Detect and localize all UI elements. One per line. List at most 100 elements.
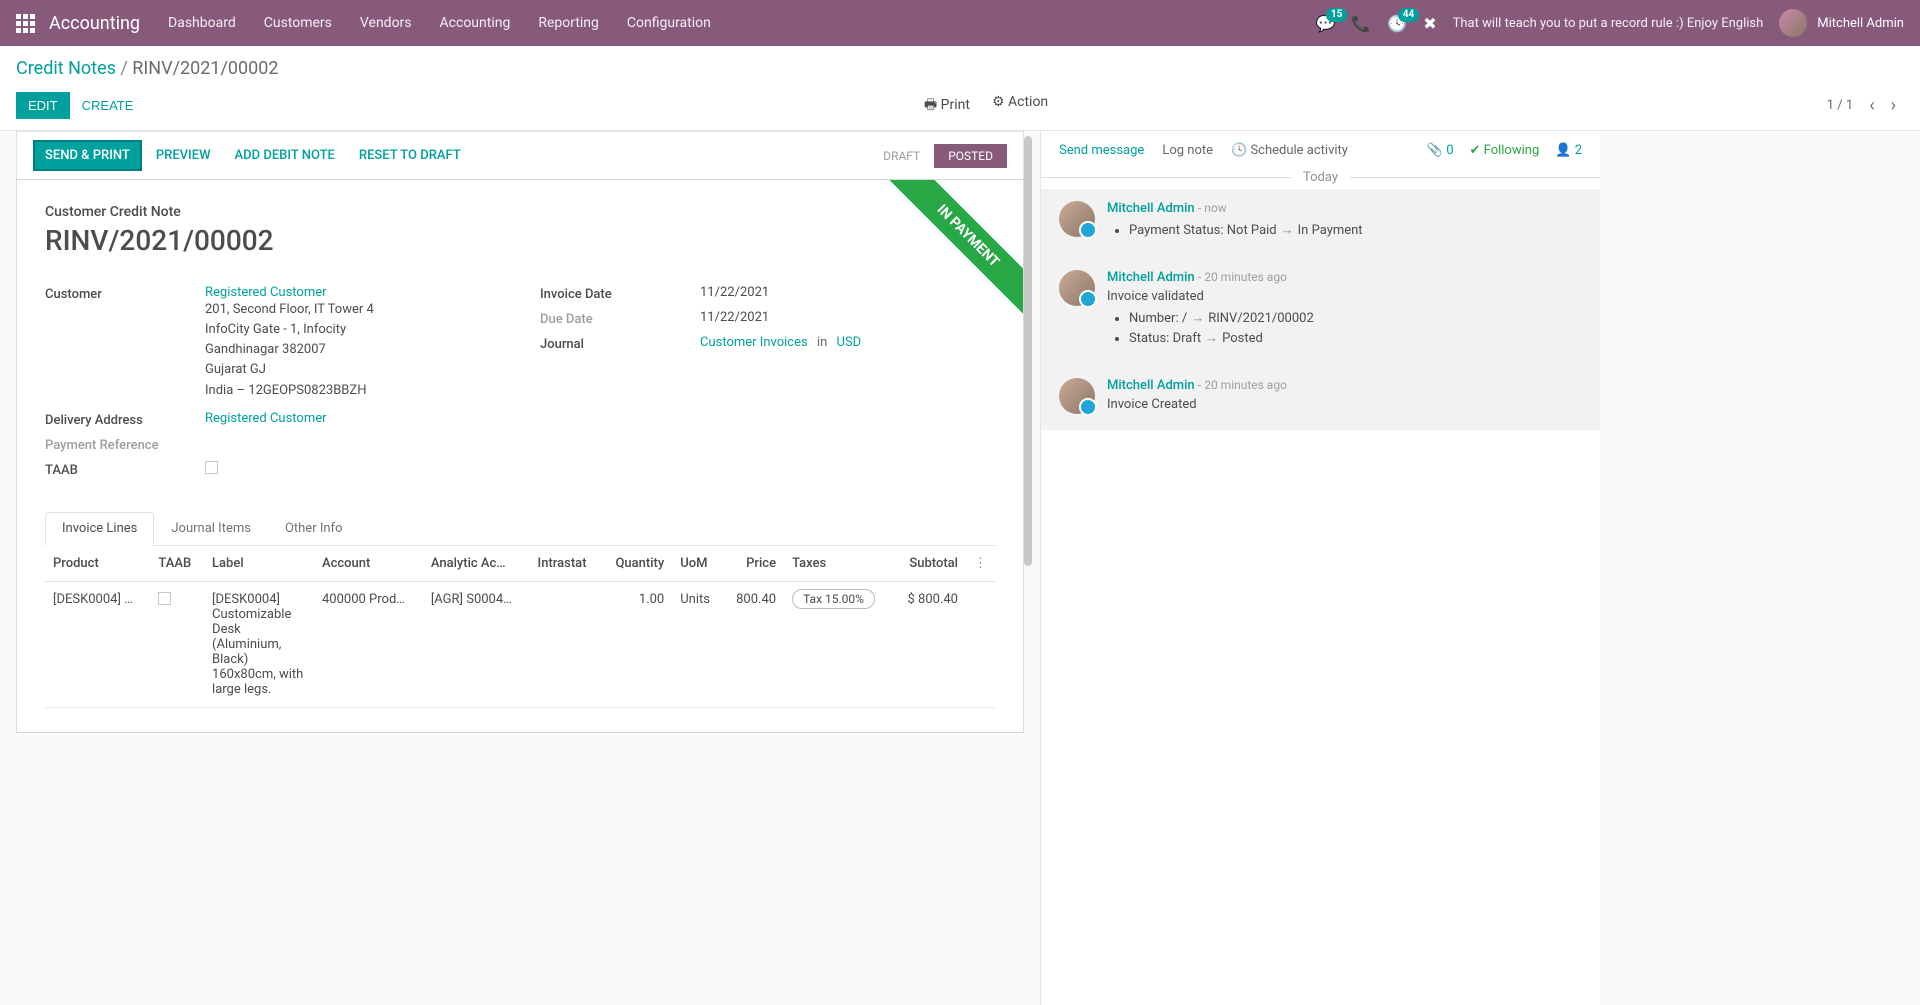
- message-user[interactable]: Mitchell Admin: [1107, 270, 1195, 285]
- nav-vendors[interactable]: Vendors: [360, 15, 412, 31]
- chatter-message: Mitchell Admin - 20 minutes ago Invoice …: [1041, 258, 1600, 366]
- cell-analytic: [AGR] S0004…: [423, 581, 530, 707]
- pager: 1 / 1: [1827, 98, 1853, 113]
- cell-account: 400000 Prod…: [314, 581, 423, 707]
- followers-count[interactable]: 👤 2: [1555, 143, 1582, 158]
- record-title: RINV/2021/00002: [45, 224, 995, 257]
- journal-link[interactable]: Customer Invoices: [700, 335, 808, 350]
- activities-badge: 44: [1398, 8, 1419, 22]
- create-button[interactable]: CREATE: [70, 92, 146, 119]
- label-payment-reference: Payment Reference: [45, 436, 205, 453]
- th-options[interactable]: ⋮: [966, 546, 995, 582]
- attachments-count[interactable]: 📎 0: [1427, 143, 1454, 158]
- main-header: Accounting Dashboard Customers Vendors A…: [0, 0, 1920, 46]
- th-taab[interactable]: TAAB: [150, 546, 204, 582]
- th-price[interactable]: Price: [723, 546, 785, 582]
- send-message-button[interactable]: Send message: [1059, 143, 1144, 158]
- header-tagline: That will teach you to put a record rule…: [1453, 16, 1764, 31]
- message-avatar: [1059, 201, 1095, 237]
- cell-taxes: Tax 15.00%: [784, 581, 893, 707]
- tab-other-info[interactable]: Other Info: [268, 512, 360, 545]
- cell-intrastat: [530, 581, 601, 707]
- th-qty[interactable]: Quantity: [601, 546, 672, 582]
- breadcrumb-current: RINV/2021/00002: [132, 58, 278, 79]
- pager-next[interactable]: ›: [1883, 91, 1904, 120]
- nav-customers[interactable]: Customers: [264, 15, 332, 31]
- follow-button[interactable]: ✔ Following: [1470, 143, 1540, 158]
- message-time: - now: [1198, 201, 1227, 215]
- delivery-link[interactable]: Registered Customer: [205, 411, 327, 426]
- send-print-button[interactable]: SEND & PRINT: [33, 140, 142, 171]
- action-menu[interactable]: ⚙ Action: [992, 94, 1048, 118]
- apps-icon[interactable]: [16, 14, 35, 33]
- cell-product: [DESK0004] …: [45, 581, 150, 707]
- message-time: - 20 minutes ago: [1198, 378, 1287, 392]
- tab-invoice-lines[interactable]: Invoice Lines: [45, 512, 154, 546]
- messages-badge: 15: [1326, 8, 1347, 22]
- pager-prev[interactable]: ‹: [1861, 91, 1882, 120]
- chatter: Send message Log note 🕓 Schedule activit…: [1040, 131, 1600, 1005]
- preview-button[interactable]: PREVIEW: [146, 142, 221, 169]
- print-action[interactable]: 🖶 Print: [924, 94, 970, 118]
- breadcrumb: Credit Notes / RINV/2021/00002: [16, 58, 1904, 79]
- th-analytic[interactable]: Analytic Ac…: [423, 546, 530, 582]
- row-taab-checkbox[interactable]: [158, 592, 171, 605]
- customer-link[interactable]: Registered Customer: [205, 285, 327, 300]
- invoice-lines-table: Product TAAB Label Account Analytic Ac… …: [45, 546, 995, 708]
- label-customer: Customer: [45, 285, 205, 302]
- table-row[interactable]: [DESK0004] … [DESK0004] Customizable Des…: [45, 581, 995, 707]
- message-text: Invoice validated: [1107, 289, 1582, 304]
- date-separator: Today: [1041, 170, 1600, 185]
- label-delivery: Delivery Address: [45, 411, 205, 428]
- message-avatar: [1059, 270, 1095, 306]
- app-brand[interactable]: Accounting: [49, 13, 140, 34]
- tax-chip: Tax 15.00%: [792, 589, 875, 609]
- th-account[interactable]: Account: [314, 546, 423, 582]
- label-taab: TAAB: [45, 461, 205, 478]
- message-user[interactable]: Mitchell Admin: [1107, 378, 1195, 393]
- nav-reporting[interactable]: Reporting: [538, 15, 599, 31]
- user-name: Mitchell Admin: [1817, 16, 1904, 31]
- message-text: Invoice Created: [1107, 397, 1582, 412]
- cell-price: 800.40: [723, 581, 785, 707]
- cell-uom: Units: [672, 581, 722, 707]
- notebook-tabs: Invoice Lines Journal Items Other Info: [45, 512, 995, 546]
- tab-journal-items[interactable]: Journal Items: [154, 512, 268, 545]
- nav-accounting[interactable]: Accounting: [440, 15, 511, 31]
- messages-icon[interactable]: 💬15: [1315, 14, 1335, 33]
- message-user[interactable]: Mitchell Admin: [1107, 201, 1195, 216]
- th-product[interactable]: Product: [45, 546, 150, 582]
- control-panel: Credit Notes / RINV/2021/00002 EDIT CREA…: [0, 46, 1920, 131]
- reset-draft-button[interactable]: RESET TO DRAFT: [349, 142, 471, 169]
- nav-dashboard[interactable]: Dashboard: [168, 15, 236, 31]
- activities-icon[interactable]: 🕓44: [1387, 14, 1407, 33]
- cell-subtotal: $ 800.40: [893, 581, 966, 707]
- debug-icon[interactable]: ✖: [1423, 14, 1436, 33]
- add-debit-note-button[interactable]: ADD DEBIT NOTE: [225, 142, 345, 169]
- user-avatar: [1779, 9, 1807, 37]
- phone-icon[interactable]: 📞: [1351, 14, 1371, 33]
- schedule-activity-button[interactable]: 🕓 Schedule activity: [1231, 143, 1348, 158]
- th-intrastat[interactable]: Intrastat: [530, 546, 601, 582]
- th-subtotal[interactable]: Subtotal: [893, 546, 966, 582]
- message-avatar: [1059, 378, 1095, 414]
- scrollbar[interactable]: [1024, 136, 1032, 566]
- journal-in: in: [817, 335, 827, 350]
- form-sheet: IN PAYMENT Customer Credit Note RINV/202…: [16, 179, 1024, 733]
- chatter-message: Mitchell Admin - 20 minutes ago Invoice …: [1041, 366, 1600, 430]
- currency-link[interactable]: USD: [837, 335, 862, 350]
- label-due-date: Due Date: [540, 310, 700, 327]
- taab-checkbox[interactable]: [205, 461, 218, 474]
- user-menu[interactable]: Mitchell Admin: [1779, 9, 1904, 37]
- cell-label: [DESK0004] Customizable Desk (Aluminium,…: [204, 581, 314, 707]
- breadcrumb-parent[interactable]: Credit Notes: [16, 58, 116, 79]
- nav-configuration[interactable]: Configuration: [627, 15, 711, 31]
- th-label[interactable]: Label: [204, 546, 314, 582]
- th-uom[interactable]: UoM: [672, 546, 722, 582]
- title-label: Customer Credit Note: [45, 204, 995, 220]
- status-posted[interactable]: POSTED: [934, 144, 1007, 168]
- th-taxes[interactable]: Taxes: [784, 546, 893, 582]
- edit-button[interactable]: EDIT: [16, 92, 70, 119]
- statusbar: SEND & PRINT PREVIEW ADD DEBIT NOTE RESE…: [16, 131, 1024, 180]
- log-note-button[interactable]: Log note: [1162, 143, 1213, 158]
